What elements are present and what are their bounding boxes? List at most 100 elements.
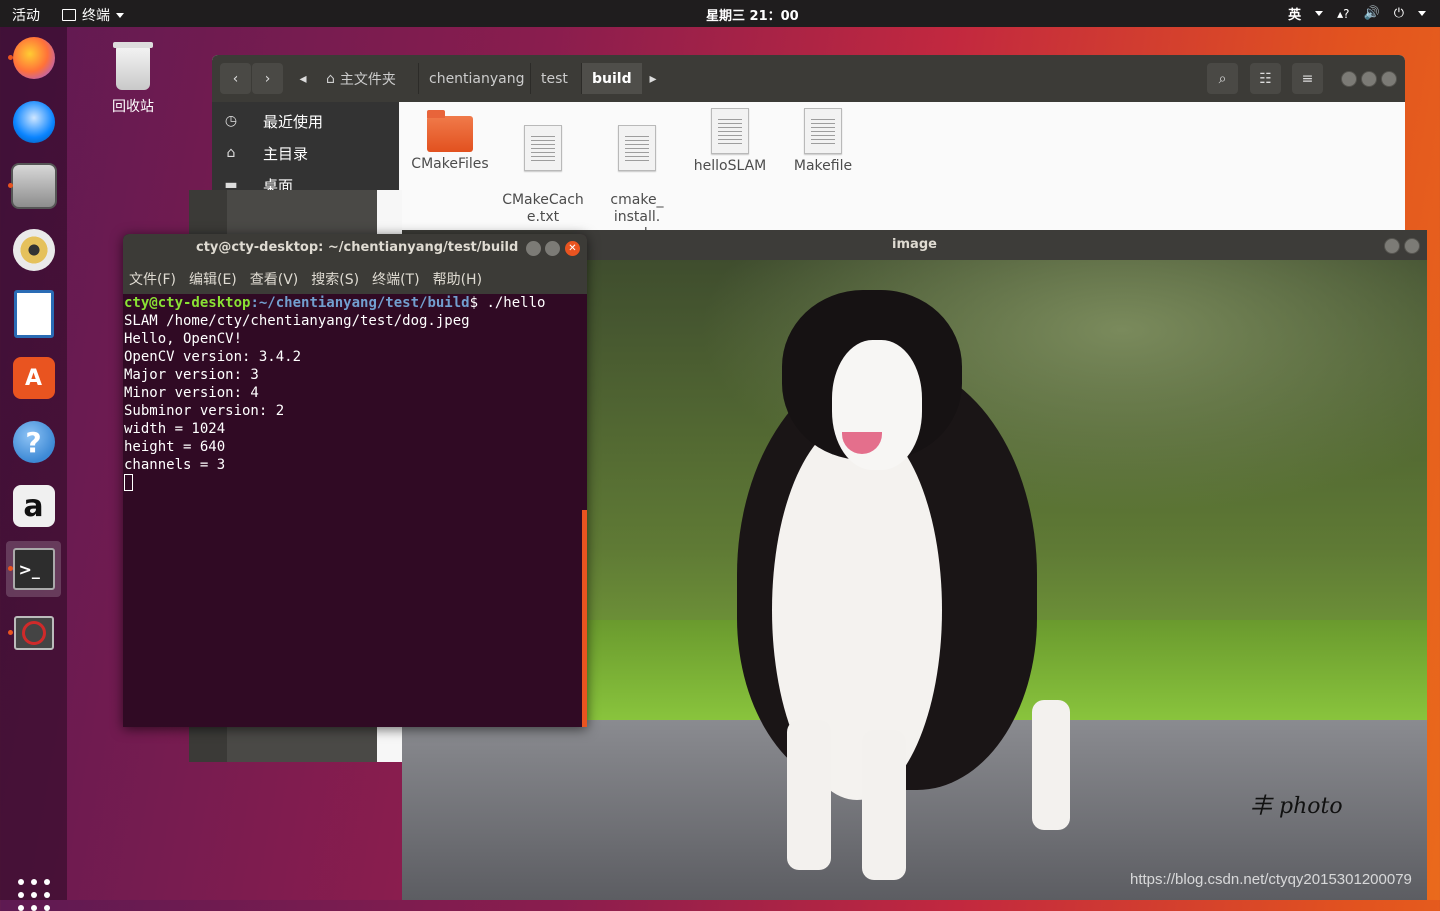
show-applications-button[interactable] (18, 879, 50, 911)
dog-leg (862, 730, 906, 880)
search-icon: ⌕ (1218, 70, 1227, 87)
file-label: helloSLAM (693, 158, 767, 174)
menu-terminal[interactable]: 终端(T) (372, 269, 419, 289)
sidebar-item-label: 最近使用 (263, 112, 324, 131)
terminal-line: Minor version: 4 (124, 385, 259, 401)
terminal-window[interactable]: cty@cty-desktop: ~/chentianyang/test/bui… (123, 234, 587, 727)
dog-face (832, 340, 922, 470)
help-icon: ? (12, 421, 55, 463)
breadcrumb-build[interactable]: build (581, 63, 642, 94)
close-button[interactable] (1381, 71, 1397, 87)
menu-button[interactable]: ≡ (1292, 63, 1323, 94)
menu-view[interactable]: 查看(V) (250, 269, 299, 289)
terminal-line: height = 640 (124, 439, 226, 455)
view-toggle-button[interactable]: ☷ (1250, 63, 1281, 94)
maximize-button[interactable] (1361, 71, 1377, 87)
hamburger-icon: ≡ (1301, 70, 1314, 87)
minimize-button[interactable] (1384, 238, 1400, 254)
close-button[interactable] (1404, 238, 1420, 254)
running-indicator (8, 55, 13, 60)
terminal-title: cty@cty-desktop: ~/chentianyang/test/bui… (196, 240, 519, 255)
breadcrumb-left-arrow[interactable]: ◂ (294, 63, 312, 94)
ubuntu-software-icon: A (12, 357, 55, 399)
minimize-button[interactable] (1341, 71, 1357, 87)
minimize-button[interactable] (526, 241, 541, 256)
home-icon: ⌂ (226, 145, 236, 161)
dock-item-help[interactable]: ? (6, 414, 61, 470)
trash-icon (113, 42, 153, 90)
thunderbird-icon (12, 101, 55, 143)
breadcrumb-chentianyang[interactable]: chentianyang (418, 63, 535, 94)
amazon-icon: a (12, 485, 55, 527)
menu-file[interactable]: 文件(F) (129, 269, 176, 289)
running-indicator (8, 630, 13, 635)
desktop-trash[interactable]: 回收站 (103, 42, 163, 116)
breadcrumb-home[interactable]: ⌂ 主文件夹 (316, 63, 406, 94)
sidebar-item-home[interactable]: ⌂ 主目录 (212, 137, 399, 169)
dock-item-writer[interactable] (6, 286, 61, 342)
file-label: CMakeFiles (411, 156, 489, 172)
terminal-prompt-line: cty@cty-desktop:~/chentianyang/test/buil… (124, 294, 584, 312)
maximize-button[interactable] (545, 241, 560, 256)
sidebar-item-label: 主目录 (263, 144, 309, 163)
ime-indicator[interactable]: 英 (1288, 4, 1301, 23)
top-bar: 活动 终端 星期三 21：00 英 ▴? 🔊 ⏻ (0, 0, 1440, 27)
system-tray[interactable]: 英 ▴? 🔊 ⏻ (1288, 4, 1426, 23)
photo-signature: 丰 photo (1250, 794, 1343, 819)
menu-search[interactable]: 搜索(S) (311, 269, 359, 289)
terminal-cursor (124, 474, 133, 491)
terminal-line: OpenCV version: 3.4.2 (124, 349, 302, 365)
libreoffice-writer-icon (13, 290, 54, 338)
file-item-cmakecache[interactable]: CMakeCach e.txt (501, 108, 585, 231)
forward-button[interactable]: › (252, 63, 283, 94)
dock-item-files[interactable] (6, 158, 61, 214)
terminal-command: $ ./hello (469, 295, 546, 311)
home-icon: ⌂ (326, 70, 335, 87)
terminal-line: width = 1024 (124, 421, 226, 437)
terminal-small-icon (62, 9, 76, 21)
breadcrumb-test[interactable]: test (530, 63, 578, 94)
terminal-output[interactable]: cty@cty-desktop:~/chentianyang/test/buil… (124, 294, 584, 727)
search-button[interactable]: ⌕ (1207, 63, 1238, 94)
file-item-cmakefiles[interactable]: CMakeFiles (408, 108, 492, 173)
sidebar-item-recent[interactable]: ◷ 最近使用 (212, 105, 399, 137)
dog-leg (1032, 700, 1070, 830)
menu-help[interactable]: 帮助(H) (433, 269, 482, 289)
text-file-icon (804, 108, 842, 154)
app-menu-label: 终端 (82, 8, 110, 24)
file-item-helloslam[interactable]: helloSLAM (688, 108, 772, 175)
dock-item-software[interactable]: A (6, 350, 61, 406)
file-item-makefile[interactable]: Makefile (781, 108, 865, 175)
file-label: cmake_ install. cmake (610, 192, 664, 231)
dock-item-amazon[interactable]: a (6, 478, 61, 534)
terminal-line: channels = 3 (124, 457, 226, 473)
trash-label: 回收站 (112, 99, 154, 115)
chevron-down-icon (1418, 11, 1426, 16)
terminal-titlebar[interactable]: cty@cty-desktop: ~/chentianyang/test/bui… (123, 234, 587, 263)
breadcrumb-right-arrow[interactable]: ▸ (646, 63, 660, 94)
dock-item-rhythmbox[interactable] (6, 222, 61, 278)
terminal-scrollbar[interactable] (582, 510, 587, 727)
power-icon[interactable]: ⏻ (1394, 6, 1404, 21)
dock-item-thunderbird[interactable] (6, 94, 61, 150)
file-label: Makefile (793, 158, 853, 174)
file-item-cmake-install[interactable]: cmake_ install. cmake (595, 108, 679, 231)
terminal-icon: >_ (12, 548, 55, 590)
clock[interactable]: 星期三 21：00 (706, 5, 799, 24)
dock-item-terminal[interactable]: >_ (6, 541, 61, 597)
activities-button[interactable]: 活动 (12, 5, 40, 25)
dock-item-opencv-window[interactable] (6, 605, 61, 661)
prompt-separator: : (250, 295, 259, 311)
app-menu[interactable]: 终端 (62, 5, 124, 25)
close-button[interactable]: ✕ (565, 241, 580, 256)
terminal-line: Subminor version: 2 (124, 403, 285, 419)
volume-icon[interactable]: 🔊 (1364, 6, 1380, 21)
network-icon[interactable]: ▴? (1337, 7, 1349, 21)
breadcrumb-home-label: 主文件夹 (339, 71, 396, 88)
prohibited-app-icon (13, 616, 54, 650)
terminal-line: Hello, OpenCV! (124, 331, 243, 347)
dock-item-firefox[interactable] (6, 30, 61, 86)
back-button[interactable]: ‹ (220, 63, 251, 94)
rhythmbox-icon (12, 229, 55, 271)
menu-edit[interactable]: 编辑(E) (189, 269, 237, 289)
